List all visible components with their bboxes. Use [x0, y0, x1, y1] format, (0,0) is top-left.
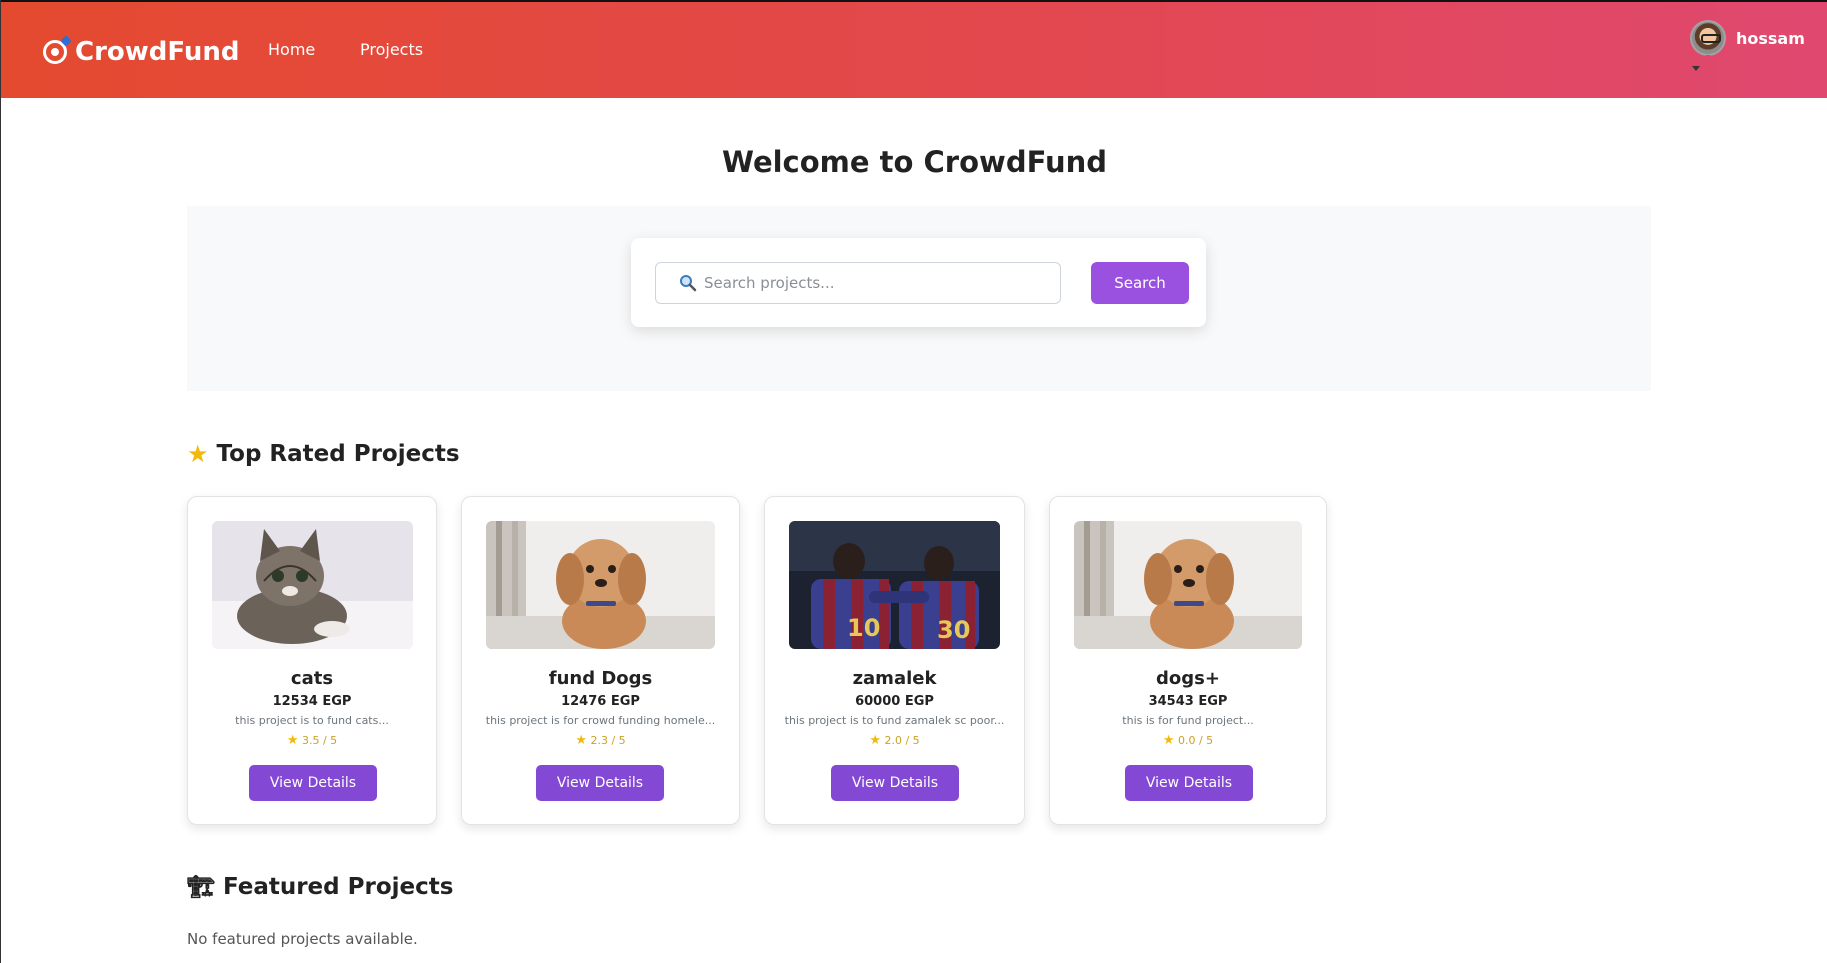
project-image [212, 521, 413, 649]
project-image [1074, 521, 1302, 649]
project-card: dogs+ 34543 EGP this is for fund project… [1049, 496, 1327, 825]
project-goal: 34543 EGP [1148, 694, 1228, 709]
svg-text:10: 10 [847, 614, 880, 642]
svg-text:30: 30 [937, 616, 970, 644]
star-icon: ★ [1162, 733, 1175, 748]
view-details-button[interactable]: View Details [831, 765, 959, 801]
search-section: Search [187, 206, 1651, 391]
project-card: cats 12534 EGP this project is to fund c… [187, 496, 437, 825]
search-input[interactable] [655, 262, 1061, 304]
project-description: this is for fund project... [1122, 714, 1254, 727]
star-icon: ★ [286, 733, 299, 748]
top-rated-heading: ★ Top Rated Projects [187, 440, 460, 468]
view-details-button[interactable]: View Details [249, 765, 377, 801]
project-goal: 12534 EGP [272, 694, 352, 709]
brand-link[interactable]: CrowdFund [43, 34, 240, 70]
project-card: fund Dogs 12476 EGP this project is for … [461, 496, 740, 825]
rating-value: 3.5 / 5 [301, 734, 338, 747]
project-rating: ★ 3.5 / 5 [188, 733, 436, 748]
star-icon: ★ [575, 733, 587, 748]
nav-projects[interactable]: Projects [360, 40, 423, 59]
featured-empty-message: No featured projects available. [187, 930, 418, 948]
rating-value: 0.0 / 5 [1177, 734, 1214, 747]
project-rating: ★ 2.0 / 5 [765, 733, 1024, 748]
project-goal: 60000 EGP [855, 694, 934, 709]
project-title: dogs+ [1156, 668, 1220, 689]
featured-title: Featured Projects [222, 874, 454, 900]
brand-name: CrowdFund [75, 37, 240, 67]
project-title: zamalek [852, 668, 937, 689]
search-card: Search [631, 238, 1206, 327]
project-description: this project is to fund zamalek sc poor.… [784, 714, 1005, 727]
project-description: this project is to fund cats... [235, 714, 389, 727]
project-description: this project is for crowd funding homele… [485, 714, 716, 727]
top-rated-title: Top Rated Projects [216, 441, 460, 467]
view-details-button[interactable]: View Details [1125, 765, 1253, 801]
project-title: fund Dogs [548, 668, 653, 689]
project-image: 10 30 [789, 521, 1000, 649]
view-details-button[interactable]: View Details [536, 765, 664, 801]
rating-value: 2.3 / 5 [590, 734, 626, 747]
project-image [486, 521, 715, 649]
rating-value: 2.0 / 5 [884, 734, 920, 747]
search-button[interactable]: Search [1091, 262, 1189, 304]
page-title: Welcome to CrowdFund [721, 145, 1107, 179]
username[interactable]: hossam [1736, 29, 1805, 48]
project-card: 10 30 zamalek 60000 EGP this project is … [764, 496, 1025, 825]
user-menu[interactable]: hossam [1690, 20, 1805, 56]
navbar: CrowdFund Home Projects hossam [1, 0, 1827, 98]
project-rating: ★ 0.0 / 5 [1050, 733, 1326, 748]
search-icon [680, 275, 697, 292]
nav-home[interactable]: Home [268, 40, 315, 59]
crane-icon: 🏗 [187, 874, 215, 900]
project-rating: ★ 2.3 / 5 [462, 733, 739, 748]
avatar[interactable] [1690, 20, 1726, 56]
star-icon: ★ [869, 733, 881, 748]
star-icon: ★ [187, 440, 209, 468]
project-goal: 12476 EGP [561, 694, 640, 709]
chevron-down-icon[interactable] [1692, 66, 1700, 71]
target-icon [43, 35, 72, 64]
project-title: cats [290, 668, 334, 689]
featured-heading: 🏗 Featured Projects [187, 874, 453, 900]
